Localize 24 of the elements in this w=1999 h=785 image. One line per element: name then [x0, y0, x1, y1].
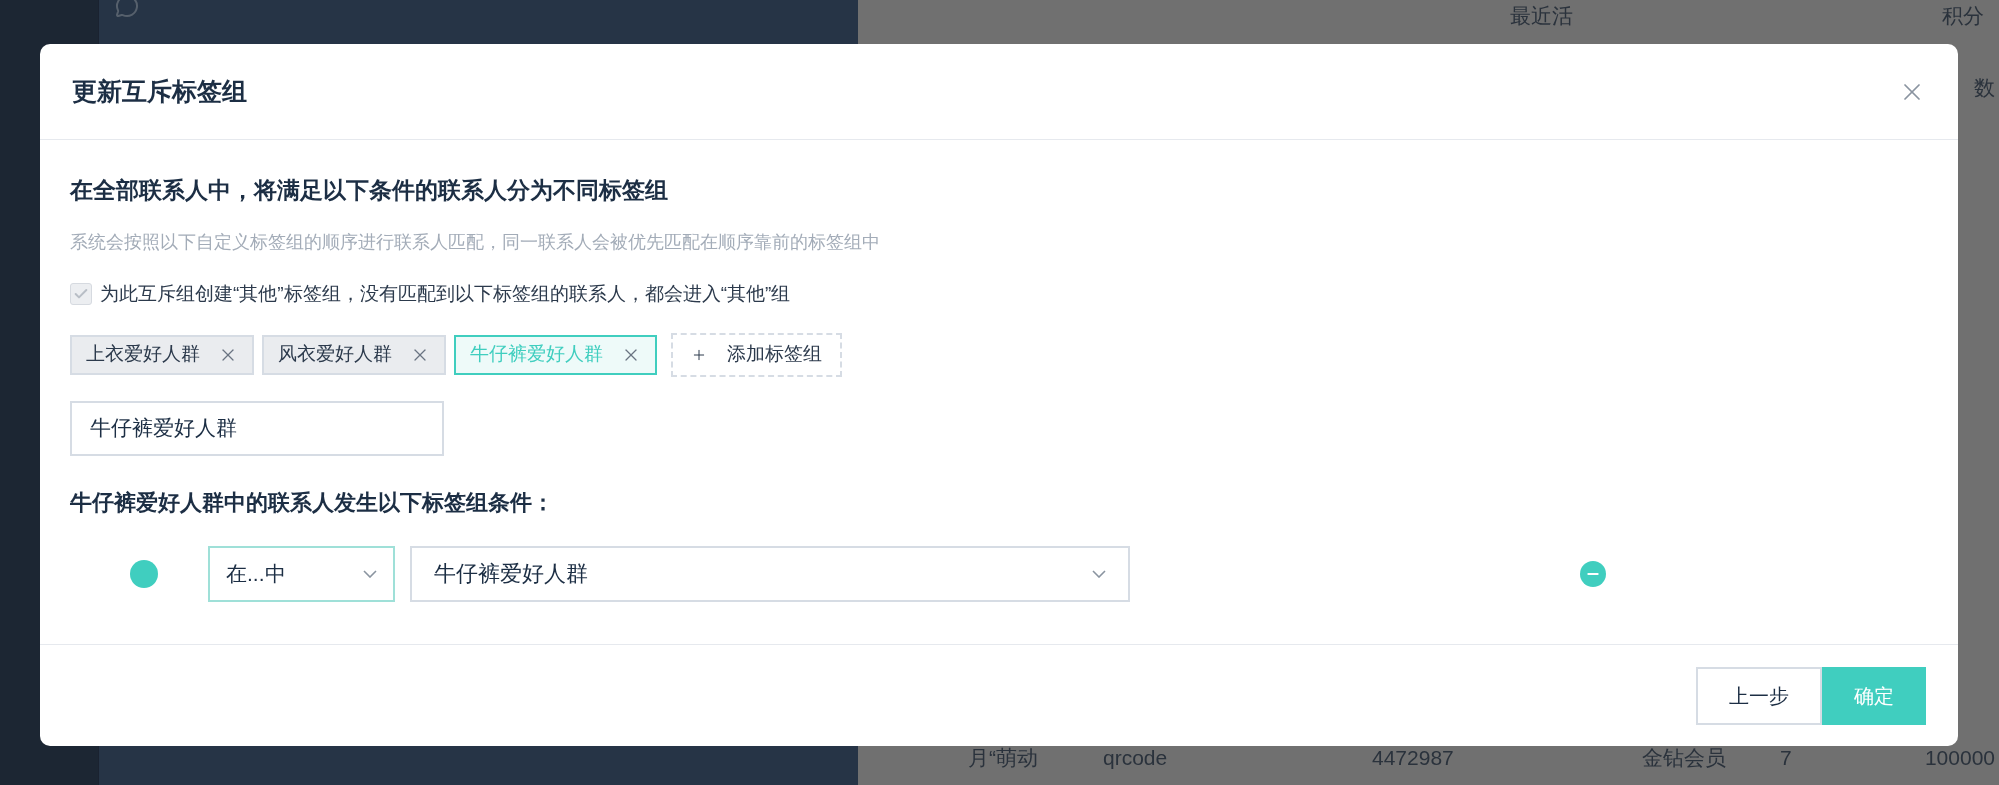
chevron-down-icon	[1092, 569, 1106, 578]
chevron-down-icon	[363, 569, 377, 578]
dialog-title: 更新互斥标签组	[72, 75, 247, 107]
description: 系统会按照以下自定义标签组的顺序进行联系人匹配，同一联系人会被优先匹配在顺序靠前的标签组中	[70, 231, 881, 254]
table-cell-text: 4472987	[1372, 745, 1455, 771]
chat-icon	[115, 0, 139, 18]
operator-select[interactable]: 在...中	[208, 545, 395, 602]
back-button[interactable]: 上一步	[1696, 666, 1822, 725]
table-cell-text: qrcode	[1103, 745, 1169, 771]
tag-group-tab[interactable]: 风衣爱好人群	[262, 334, 446, 375]
tag-group-tab[interactable]: 上衣爱好人群	[70, 334, 254, 375]
table-cell-text: 7	[1780, 745, 1793, 771]
table-cell: 100000	[1924, 745, 1995, 771]
column-header: 数	[1973, 75, 1995, 101]
table-cell-text: 月“萌动	[968, 745, 1039, 771]
column-header: 积分	[1942, 3, 1985, 29]
condition-heading: 牛仔裤爱好人群中的联系人发生以下标签组条件：	[70, 488, 555, 517]
add-tag-group-button[interactable]: 添加标签组	[671, 332, 842, 377]
name-input[interactable]: 牛仔裤爱好人群	[70, 400, 444, 456]
column-header: 最近活	[1510, 3, 1574, 29]
table-cell-text: 金钻会员	[1642, 745, 1727, 771]
tag-group-select[interactable]: 牛仔裤爱好人群	[410, 545, 1130, 602]
checkbox-label: 为此互斥组创建“其他”标签组，没有匹配到以下标签组的联系人，都会进入“其他”组	[100, 282, 791, 306]
section-heading: 在全部联系人中，将满足以下条件的联系人分为不同标签组	[70, 176, 669, 205]
